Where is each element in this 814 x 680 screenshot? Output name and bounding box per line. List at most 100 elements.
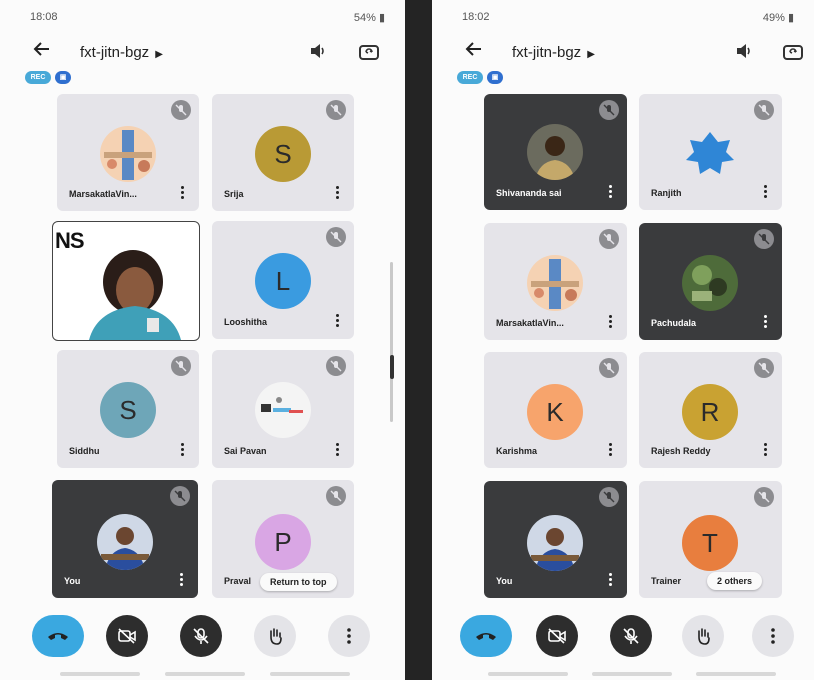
- raise-hand-icon: [270, 628, 282, 645]
- more-vert-icon[interactable]: [179, 185, 185, 201]
- speaker-icon[interactable]: [308, 41, 332, 65]
- mic-toggle-button[interactable]: [610, 615, 652, 657]
- back-arrow-icon[interactable]: [30, 40, 54, 64]
- phone-screen-left: 18:08 54% ▮ fxt-jitn-bgz ▶ REC ▣ Marsakatl…: [0, 0, 405, 680]
- more-vert-icon[interactable]: [762, 184, 768, 200]
- participant-name: Karishma: [496, 446, 538, 456]
- participant-name: Siddhu: [69, 446, 100, 456]
- mic-off-icon: [599, 229, 619, 249]
- more-vert-icon[interactable]: [762, 314, 768, 330]
- participant-tile[interactable]: K Karishma: [484, 352, 627, 468]
- participant-tile[interactable]: S Siddhu: [57, 350, 199, 468]
- scrollbar-thumb[interactable]: [390, 355, 394, 379]
- participant-tile[interactable]: S Srija: [212, 94, 354, 211]
- return-to-top-button[interactable]: Return to top: [260, 573, 337, 591]
- meeting-code[interactable]: fxt-jitn-bgz ▶: [512, 44, 595, 61]
- mic-off-icon: [754, 100, 774, 120]
- speaker-icon[interactable]: [734, 41, 758, 65]
- more-vert-icon[interactable]: [334, 185, 340, 201]
- participant-tile[interactable]: T Trainer 2 others: [639, 481, 782, 598]
- camera-toggle-button[interactable]: [106, 615, 148, 657]
- camera-toggle-button[interactable]: [536, 615, 578, 657]
- participant-name: Rajesh Reddy: [651, 446, 711, 456]
- participant-name: You: [64, 576, 81, 586]
- more-vert-icon: [347, 628, 351, 644]
- mic-off-icon: [171, 356, 191, 376]
- mic-off-icon: [326, 100, 346, 120]
- participant-tile-self[interactable]: You: [484, 481, 627, 598]
- avatar: [100, 126, 156, 182]
- avatar: [527, 255, 583, 311]
- avatar: [527, 515, 583, 571]
- participant-tile[interactable]: MarsakatlaVin...: [57, 94, 199, 211]
- participant-tile[interactable]: Pachudala: [639, 223, 782, 340]
- avatar: K: [527, 384, 583, 440]
- mic-off-icon: [326, 356, 346, 376]
- mic-off-icon: [754, 358, 774, 378]
- avatar: [682, 255, 738, 311]
- battery-level: 49% ▮: [762, 12, 794, 24]
- participant-name: You: [496, 576, 513, 586]
- more-vert-icon[interactable]: [607, 184, 613, 200]
- avatar: T: [682, 515, 738, 571]
- more-vert-icon[interactable]: [178, 572, 184, 588]
- meeting-status-chips: REC ▣: [25, 71, 75, 85]
- nav-hint: [592, 672, 672, 676]
- mic-off-icon: [326, 227, 346, 247]
- call-controls: [432, 615, 814, 659]
- avatar: [527, 124, 583, 180]
- raise-hand-button[interactable]: [254, 615, 296, 657]
- switch-camera-icon[interactable]: [782, 41, 806, 65]
- meeting-status-chips: REC ▣: [457, 71, 507, 85]
- end-call-icon: [48, 633, 68, 640]
- participant-tile[interactable]: Shivananda sai: [484, 94, 627, 210]
- more-vert-icon[interactable]: [334, 313, 340, 329]
- raise-hand-button[interactable]: [682, 615, 724, 657]
- more-vert-icon[interactable]: [334, 442, 340, 458]
- screenshot-divider: [405, 0, 432, 680]
- end-call-icon: [476, 633, 496, 640]
- more-vert-icon[interactable]: [607, 572, 613, 588]
- participant-name: Praval: [224, 576, 252, 586]
- status-time: 18:02: [462, 11, 490, 23]
- participant-name: Ranjith: [651, 188, 682, 198]
- top-app-bar: fxt-jitn-bgz ▶: [432, 38, 814, 68]
- recording-badge: REC: [457, 71, 483, 84]
- meeting-code[interactable]: fxt-jitn-bgz ▶: [80, 44, 163, 61]
- participant-name: Pachudala: [651, 318, 697, 328]
- status-bar: 18:02 49% ▮: [432, 8, 814, 28]
- more-vert-icon[interactable]: [607, 314, 613, 330]
- avatar: S: [255, 126, 311, 182]
- participant-video-tile[interactable]: NS Trainer: [52, 221, 200, 341]
- more-options-button[interactable]: [328, 615, 370, 657]
- switch-camera-icon[interactable]: [358, 41, 382, 65]
- camera-off-icon: [118, 628, 136, 644]
- participant-tile-self[interactable]: You: [52, 480, 198, 598]
- mic-toggle-button[interactable]: [180, 615, 222, 657]
- mic-off-icon: [326, 486, 346, 506]
- participant-tile[interactable]: P Praval Return to top: [212, 480, 354, 598]
- more-vert-icon[interactable]: [762, 442, 768, 458]
- avatar: P: [255, 514, 311, 570]
- participant-name: Sai Pavan: [224, 446, 267, 456]
- participant-tile[interactable]: Sai Pavan: [212, 350, 354, 468]
- participant-tile[interactable]: L Looshitha: [212, 221, 354, 339]
- others-count-button[interactable]: 2 others: [707, 572, 763, 590]
- end-call-button[interactable]: [32, 615, 84, 657]
- participant-tile[interactable]: MarsakatlaVin...: [484, 223, 627, 340]
- avatar: L: [255, 253, 311, 309]
- battery-level: 54% ▮: [353, 12, 385, 24]
- more-vert-icon[interactable]: [179, 442, 185, 458]
- scrollbar-track[interactable]: [390, 262, 393, 422]
- mic-off-icon: [754, 229, 774, 249]
- raise-hand-icon: [698, 628, 710, 645]
- participant-name: Srija: [224, 189, 244, 199]
- avatar: [97, 514, 153, 570]
- more-options-button[interactable]: [752, 615, 794, 657]
- participant-tile[interactable]: Ranjith: [639, 94, 782, 210]
- participant-name: Trainer: [65, 318, 96, 328]
- back-arrow-icon[interactable]: [462, 40, 486, 64]
- participant-tile[interactable]: R Rajesh Reddy: [639, 352, 782, 468]
- more-vert-icon[interactable]: [607, 442, 613, 458]
- end-call-button[interactable]: [460, 615, 512, 657]
